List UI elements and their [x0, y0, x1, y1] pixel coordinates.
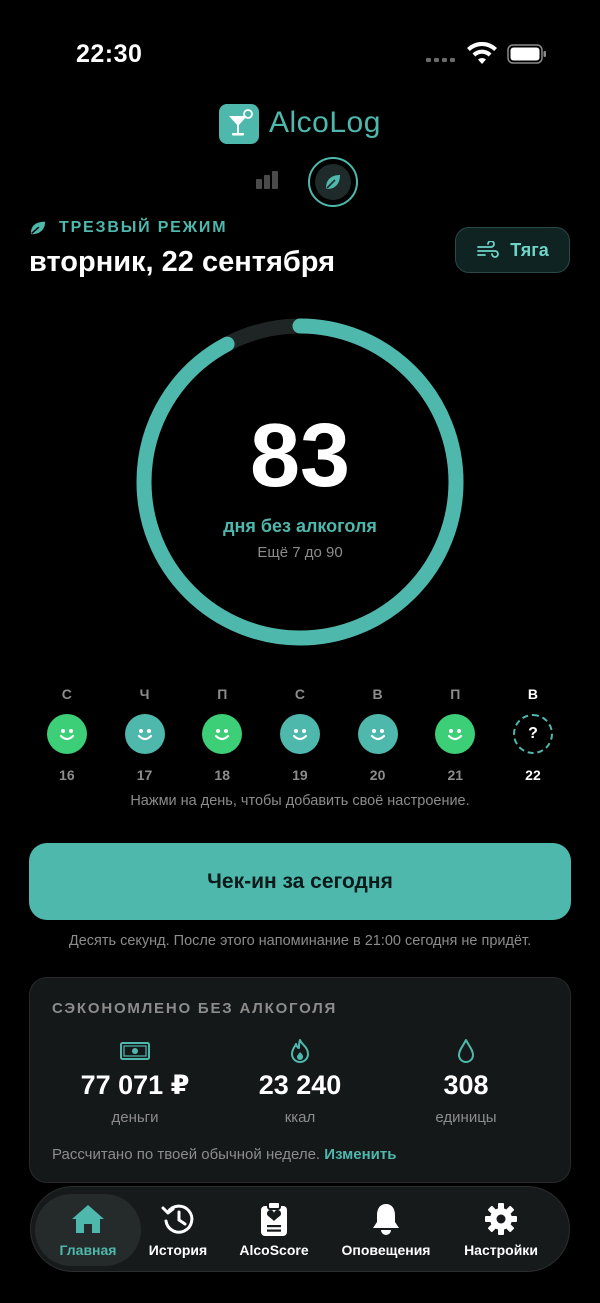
tab-label: История [148, 1242, 208, 1258]
day-letter: С [294, 686, 305, 702]
checkin-note: Десять секунд. После этого напоминание в… [68, 933, 532, 949]
day-number: 20 [369, 767, 386, 783]
tab-settings[interactable]: Настройки [448, 1194, 554, 1266]
stat-value: 77 071 ₽ [80, 1070, 190, 1100]
tab-notifications[interactable]: Оповещения [334, 1194, 438, 1266]
day-letter: С [61, 686, 72, 702]
wind-icon [477, 241, 500, 258]
home-icon [72, 1205, 104, 1233]
craving-button[interactable]: Тяга [455, 227, 570, 273]
wifi-icon [467, 42, 497, 64]
status-time: 22:30 [76, 40, 143, 68]
savings-footer: Рассчитано по твоей обычной неделе. Изме… [52, 1146, 396, 1163]
battery-icon [507, 44, 546, 64]
mode-label: ТРЕЗВЫЙ РЕЖИМ [29, 219, 227, 237]
bell-icon [373, 1204, 399, 1235]
day-item[interactable]: П 21 [416, 686, 494, 786]
tab-history[interactable]: История [125, 1194, 231, 1266]
smile-icon[interactable] [279, 714, 320, 754]
day-item[interactable]: П 18 [183, 686, 261, 786]
day-letter: В [527, 686, 539, 702]
app-logo [219, 104, 259, 144]
day-letter: В [372, 686, 383, 702]
cocktail-icon [229, 109, 253, 136]
smile-icon[interactable] [357, 714, 398, 754]
smile-icon[interactable] [124, 714, 165, 754]
history-icon [161, 1204, 194, 1234]
app-name: AlcoLog [269, 106, 381, 139]
day-item[interactable]: С 19 [261, 686, 339, 786]
week-mood-row: С 16 Ч 17 П 18 С 19 В 20 П 21 В ? 22 [28, 686, 572, 786]
day-number: 21 [447, 767, 464, 783]
stat-label: ккал [284, 1109, 316, 1126]
change-link[interactable]: Изменить [324, 1146, 396, 1163]
stat-money: 77 071 ₽ деньги [55, 1038, 215, 1126]
tab-label: Главная [59, 1242, 117, 1258]
leaf-icon [326, 175, 340, 189]
day-letter: Ч [139, 686, 150, 702]
tab-label: AlcoScore [239, 1242, 309, 1258]
question-icon[interactable]: ? [512, 714, 553, 754]
day-item[interactable]: Ч 17 [106, 686, 184, 786]
gear-icon [485, 1203, 517, 1235]
leaf-icon [30, 221, 46, 235]
sober-mode-toggle[interactable] [308, 157, 358, 207]
day-number: 19 [292, 767, 308, 783]
tab-alcoscore[interactable]: AlcoScore [221, 1194, 327, 1266]
day-item-today[interactable]: В ? 22 [494, 686, 572, 786]
craving-button-label: Тяга [510, 239, 549, 260]
stat-value: 23 240 [258, 1070, 342, 1100]
stat-units: 308 единицы [386, 1038, 546, 1126]
stat-kcal: 23 240 ккал [220, 1038, 380, 1126]
flame-icon [291, 1039, 309, 1063]
smile-icon[interactable] [202, 714, 243, 754]
checkin-button[interactable]: Чек-ин за сегодня [29, 843, 571, 920]
tab-label: Настройки [464, 1242, 538, 1258]
week-hint: Нажми на день, чтобы добавить своё настр… [130, 793, 470, 809]
day-letter: П [217, 686, 228, 702]
drop-icon [458, 1039, 474, 1063]
stats-mode-icon[interactable] [256, 171, 280, 189]
page-title-date: вторник, 22 сентября [29, 246, 336, 278]
money-icon [120, 1042, 150, 1060]
tab-label: Оповещения [341, 1242, 431, 1258]
days-count: 83 [249, 406, 351, 506]
day-number: 22 [525, 767, 541, 783]
cellular-signal-icon [426, 58, 458, 64]
day-number: 16 [59, 767, 75, 783]
smile-icon[interactable] [435, 714, 476, 754]
clipboard-heart-icon [261, 1201, 287, 1236]
day-item[interactable]: С 16 [28, 686, 106, 786]
day-number: 17 [136, 767, 153, 783]
day-item[interactable]: В 20 [339, 686, 417, 786]
stat-value: 308 [443, 1070, 489, 1100]
stat-label: единицы [435, 1109, 497, 1126]
mode-label-text: ТРЕЗВЫЙ РЕЖИМ [59, 219, 228, 236]
day-letter: П [450, 686, 461, 702]
smile-icon[interactable] [46, 714, 87, 754]
day-number: 18 [214, 767, 230, 783]
savings-footer-text: Рассчитано по твоей обычной неделе. [52, 1146, 321, 1163]
savings-title: СЭКОНОМЛЕНО БЕЗ АЛКОГОЛЯ [52, 1000, 338, 1017]
stat-label: деньги [111, 1109, 159, 1126]
days-remaining: Ещё 7 до 90 [257, 544, 343, 561]
days-label: дня без алкоголя [223, 516, 377, 536]
